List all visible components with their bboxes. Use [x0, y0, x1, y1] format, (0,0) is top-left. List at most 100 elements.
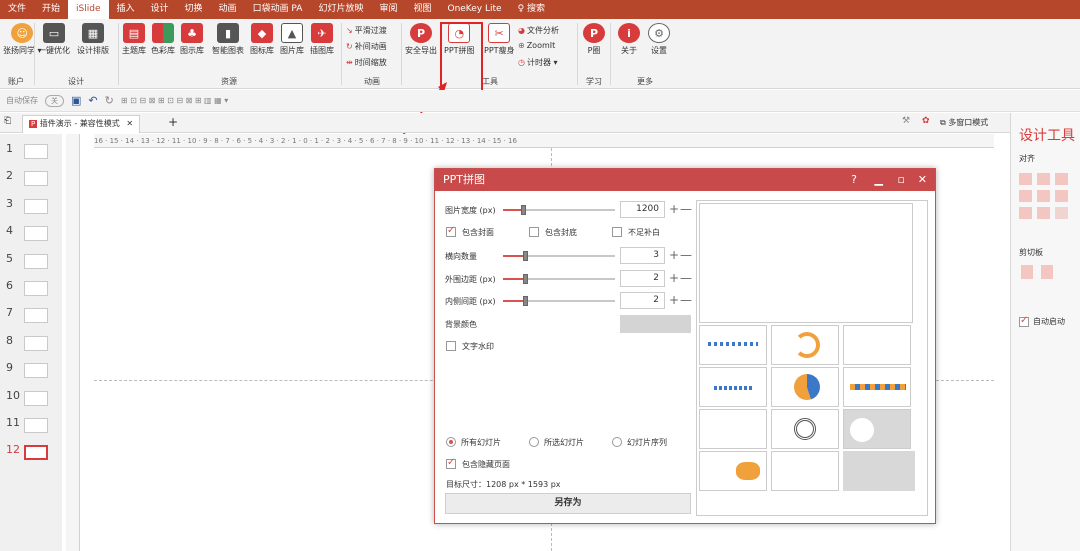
slide-thumbnail[interactable]	[24, 445, 48, 461]
theme-lib-button[interactable]: ▤ 主题库	[122, 19, 146, 56]
minus-icon[interactable]: —	[680, 292, 692, 308]
tab-review[interactable]: 审阅	[371, 0, 405, 19]
minus-icon[interactable]: —	[680, 201, 692, 217]
align-top-icon[interactable]	[1019, 190, 1032, 202]
tween-anim-button[interactable]: ↻ 补间动画	[346, 41, 387, 52]
include-hidden-checkbox[interactable]	[446, 457, 456, 469]
inner-spacing-slider[interactable]	[503, 296, 615, 306]
about-button[interactable]: i 关于	[618, 19, 640, 56]
tab-home[interactable]: 开始	[34, 0, 68, 19]
add-tab-icon[interactable]: +	[168, 115, 178, 129]
watermark-checkbox[interactable]	[446, 341, 456, 351]
account-button[interactable]: ☺ 张扬同学 ▾	[3, 19, 42, 56]
zoomit-button[interactable]: ⊕ ZoomIt	[518, 41, 555, 50]
slide-thumbnail[interactable]	[24, 253, 48, 269]
file-icon[interactable]: ⎗	[4, 116, 11, 126]
add-icon[interactable]: +	[669, 247, 679, 263]
slide-thumbnail[interactable]	[24, 335, 48, 351]
redo-icon[interactable]: ↻	[105, 94, 114, 107]
slide-thumbnail[interactable]	[24, 390, 48, 406]
icon-lib-button[interactable]: ◆ 图标库	[250, 19, 274, 56]
slide-thumbnail[interactable]	[24, 363, 48, 379]
close-icon[interactable]: ✕	[918, 169, 927, 191]
undo-icon[interactable]: ↶	[88, 94, 97, 107]
distribute-v-icon[interactable]	[1037, 207, 1050, 219]
align-right-icon[interactable]	[1055, 173, 1068, 185]
file-analysis-button[interactable]: ◕ 文件分析	[518, 25, 559, 36]
save-icon[interactable]: ▣	[71, 94, 81, 107]
tab-design[interactable]: 设计	[143, 0, 177, 19]
multiwin-button[interactable]: ⧉ 多窗口模式	[940, 117, 988, 128]
tab-pocket-anim[interactable]: 口袋动画 PA	[245, 0, 311, 19]
selected-slides-radio[interactable]	[529, 437, 539, 447]
help-icon[interactable]: ?	[851, 169, 857, 191]
tab-slideshow[interactable]: 幻灯片放映	[310, 0, 371, 19]
inner-spacing-input[interactable]: 2	[620, 292, 665, 309]
slide-thumbnail[interactable]	[24, 198, 48, 214]
add-icon[interactable]: +	[669, 201, 679, 217]
cols-input[interactable]: 3	[620, 247, 665, 264]
tab-insert[interactable]: 插入	[109, 0, 143, 19]
doc-tab-active[interactable]: P 插件演示 - 兼容性模式 ✕	[22, 115, 141, 133]
save-as-button[interactable]: 另存为	[445, 493, 691, 514]
preview-scrollbar[interactable]	[917, 203, 925, 513]
slider-handle[interactable]	[521, 205, 526, 215]
slider-handle[interactable]	[523, 296, 528, 306]
settings-button[interactable]: ⚙ 设置	[648, 19, 670, 56]
img-width-input[interactable]: 1200	[620, 201, 665, 218]
toolbar-icons[interactable]: ⊞ ⊡ ⊟ ⊠ ⊞ ⊡ ⊟ ⊠ ⊞ ▥ ▦ ▾	[121, 96, 228, 105]
img-width-slider[interactable]	[503, 205, 615, 215]
all-slides-radio[interactable]	[446, 437, 456, 447]
align-middle-icon[interactable]	[1037, 190, 1050, 202]
slide-thumbnail[interactable]	[24, 281, 48, 296]
slide-thumbnail[interactable]	[24, 418, 48, 433]
timer-button[interactable]: ◷ 计时器 ▾	[518, 57, 558, 68]
layout-button[interactable]: ▦ 设计排版	[77, 19, 109, 56]
tab-view[interactable]: 视图	[405, 0, 439, 19]
slide-thumbnail[interactable]	[24, 226, 48, 242]
slide-thumbnail[interactable]	[24, 171, 48, 187]
add-icon[interactable]: +	[669, 292, 679, 308]
add-icon[interactable]: +	[669, 270, 679, 286]
color-lib-button[interactable]: 色彩库	[151, 19, 175, 56]
slide-thumbnail[interactable]	[24, 144, 48, 159]
outer-margin-input[interactable]: 2	[620, 270, 665, 287]
align-center-icon[interactable]	[1037, 173, 1050, 185]
ppt-slim-button[interactable]: ✂ PPT瘦身	[484, 19, 515, 56]
p-circle-button[interactable]: P P圈	[583, 19, 605, 56]
cols-slider[interactable]	[503, 251, 615, 261]
tool-icon[interactable]: ⚒	[902, 116, 910, 126]
align-bottom-icon[interactable]	[1055, 190, 1068, 202]
tab-transitions[interactable]: 切换	[177, 0, 211, 19]
time-scale-button[interactable]: ⇹ 时间缩放	[346, 57, 387, 68]
slide-seq-radio[interactable]	[612, 437, 622, 447]
slider-handle[interactable]	[523, 251, 528, 261]
paste-icon[interactable]	[1041, 265, 1053, 279]
optimize-button[interactable]: ▭ 一键优化	[38, 19, 70, 56]
illustration-lib-button[interactable]: ✈ 插图库	[310, 19, 334, 56]
safe-export-button[interactable]: P 安全导出	[405, 19, 437, 56]
include-cover-checkbox[interactable]	[446, 225, 456, 237]
copy-icon[interactable]	[1021, 265, 1033, 279]
tab-search[interactable]: ♀ 搜索	[510, 0, 553, 19]
image-lib-button[interactable]: ▲ 图片库	[280, 19, 304, 56]
grid-align-icon[interactable]	[1055, 207, 1068, 219]
close-tab-icon[interactable]: ✕	[126, 119, 133, 128]
autostart-checkbox[interactable]	[1019, 315, 1029, 327]
include-back-checkbox[interactable]	[529, 227, 539, 237]
distribute-h-icon[interactable]	[1019, 207, 1032, 219]
outer-margin-slider[interactable]	[503, 274, 615, 284]
fill-blank-checkbox[interactable]	[612, 227, 622, 237]
maximize-icon[interactable]: ▫	[898, 169, 905, 191]
autosave-toggle[interactable]: 关	[45, 94, 64, 107]
smooth-transition-button[interactable]: ↘ 平滑过渡	[346, 25, 387, 36]
settings-small-icon[interactable]: ✿	[922, 116, 930, 126]
smart-chart-button[interactable]: ▮ 智能图表	[212, 19, 244, 56]
minimize-icon[interactable]: ▁	[875, 169, 883, 191]
slider-handle[interactable]	[523, 274, 528, 284]
tab-animations[interactable]: 动画	[211, 0, 245, 19]
slide-thumbnail[interactable]	[24, 308, 48, 324]
minus-icon[interactable]: —	[680, 270, 692, 286]
tab-onekey[interactable]: OneKey Lite	[439, 0, 509, 19]
diagram-lib-button[interactable]: ♣ 图示库	[180, 19, 204, 56]
